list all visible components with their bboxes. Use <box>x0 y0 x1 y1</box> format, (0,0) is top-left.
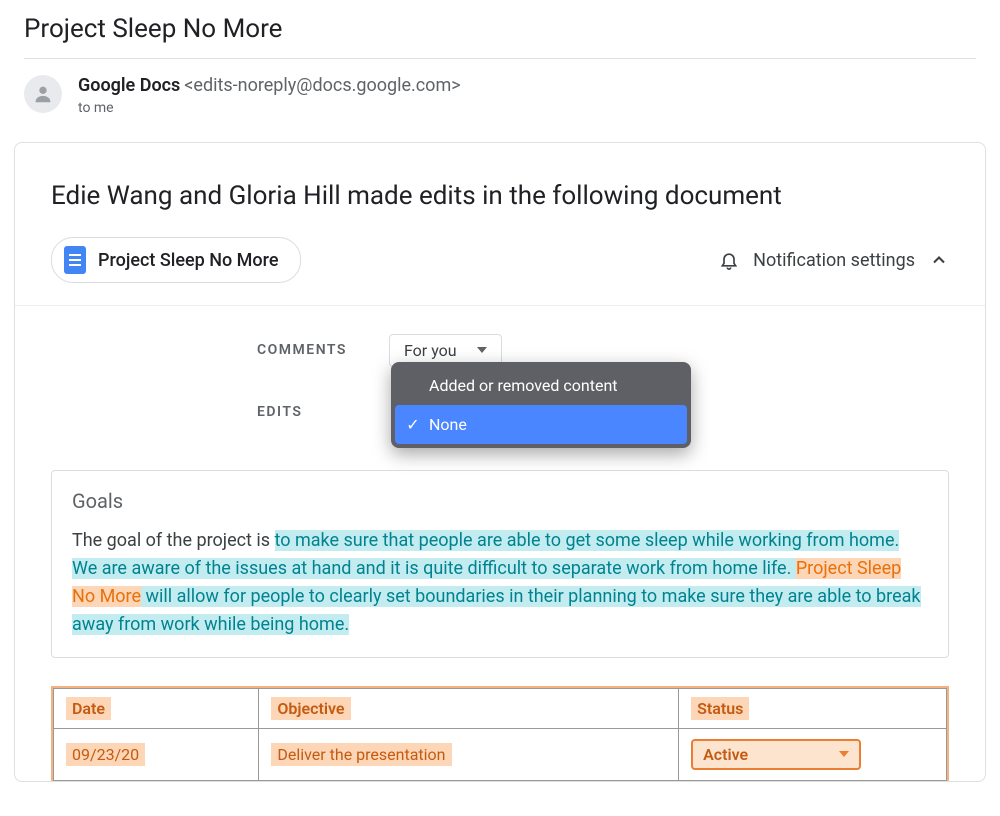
edits-filter-label: EDITS <box>257 404 367 420</box>
cell-objective: Deliver the presentation <box>271 743 451 766</box>
edits-headline: Edie Wang and Gloria Hill made edits in … <box>51 181 949 211</box>
notification-card: Edie Wang and Gloria Hill made edits in … <box>14 142 986 782</box>
email-header: Google Docs <edits-noreply@docs.google.c… <box>0 59 1000 134</box>
sender-name: Google Docs <box>78 75 180 96</box>
checkmark-icon: ✓ <box>405 415 421 434</box>
document-title: Project Sleep No More <box>98 250 278 271</box>
goals-text-added-2: will allow for people to clearly set bou… <box>72 586 921 635</box>
comments-filter-label: COMMENTS <box>257 342 367 358</box>
notification-settings-button[interactable]: Notification settings <box>719 249 949 271</box>
col-header-status: Status <box>691 697 749 720</box>
sender-block: Google Docs <edits-noreply@docs.google.c… <box>78 75 461 116</box>
chevron-down-icon <box>839 751 849 757</box>
objectives-table: Date Objective Status 09/23/20 Deliver t… <box>53 688 947 782</box>
bell-icon <box>719 249 739 271</box>
edits-filter-dropdown[interactable]: Added or removed content ✓ None <box>391 362 691 448</box>
chevron-down-icon <box>477 347 487 353</box>
filter-block: COMMENTS For you EDITS Added or removed … <box>51 328 949 434</box>
doc-and-settings-row: Project Sleep No More Notification setti… <box>51 237 949 283</box>
objectives-table-wrap: Date Objective Status 09/23/20 Deliver t… <box>51 686 949 782</box>
status-value: Active <box>703 745 748 764</box>
goals-text-plain: The goal of the project is <box>72 530 275 551</box>
cell-date: 09/23/20 <box>66 743 145 766</box>
goals-heading: Goals <box>72 489 928 513</box>
dropdown-option-added-removed[interactable]: Added or removed content <box>395 366 687 405</box>
comments-filter-value: For you <box>404 341 457 360</box>
card-divider <box>15 305 985 306</box>
col-header-objective: Objective <box>271 697 350 720</box>
col-header-date: Date <box>66 697 111 720</box>
table-row <box>54 780 947 782</box>
table-row: 09/23/20 Deliver the presentation Active <box>54 728 947 780</box>
table-header-row: Date Objective Status <box>54 688 947 728</box>
status-dropdown[interactable]: Active <box>691 739 861 770</box>
dropdown-option-none[interactable]: ✓ None <box>395 405 687 444</box>
document-preview: Goals The goal of the project is to make… <box>51 470 949 658</box>
document-chip[interactable]: Project Sleep No More <box>51 237 301 283</box>
to-line: to me <box>78 100 461 116</box>
google-docs-icon <box>64 246 86 274</box>
goals-body: The goal of the project is to make sure … <box>72 527 928 639</box>
chevron-up-icon <box>929 250 949 270</box>
sender-address: <edits-noreply@docs.google.com> <box>184 75 460 96</box>
email-subject: Project Sleep No More <box>0 0 1000 58</box>
notification-settings-label: Notification settings <box>753 250 915 271</box>
person-icon <box>32 83 54 105</box>
sender-avatar <box>24 75 62 113</box>
dropdown-option-label: Added or removed content <box>429 376 618 395</box>
dropdown-option-label: None <box>429 415 467 434</box>
